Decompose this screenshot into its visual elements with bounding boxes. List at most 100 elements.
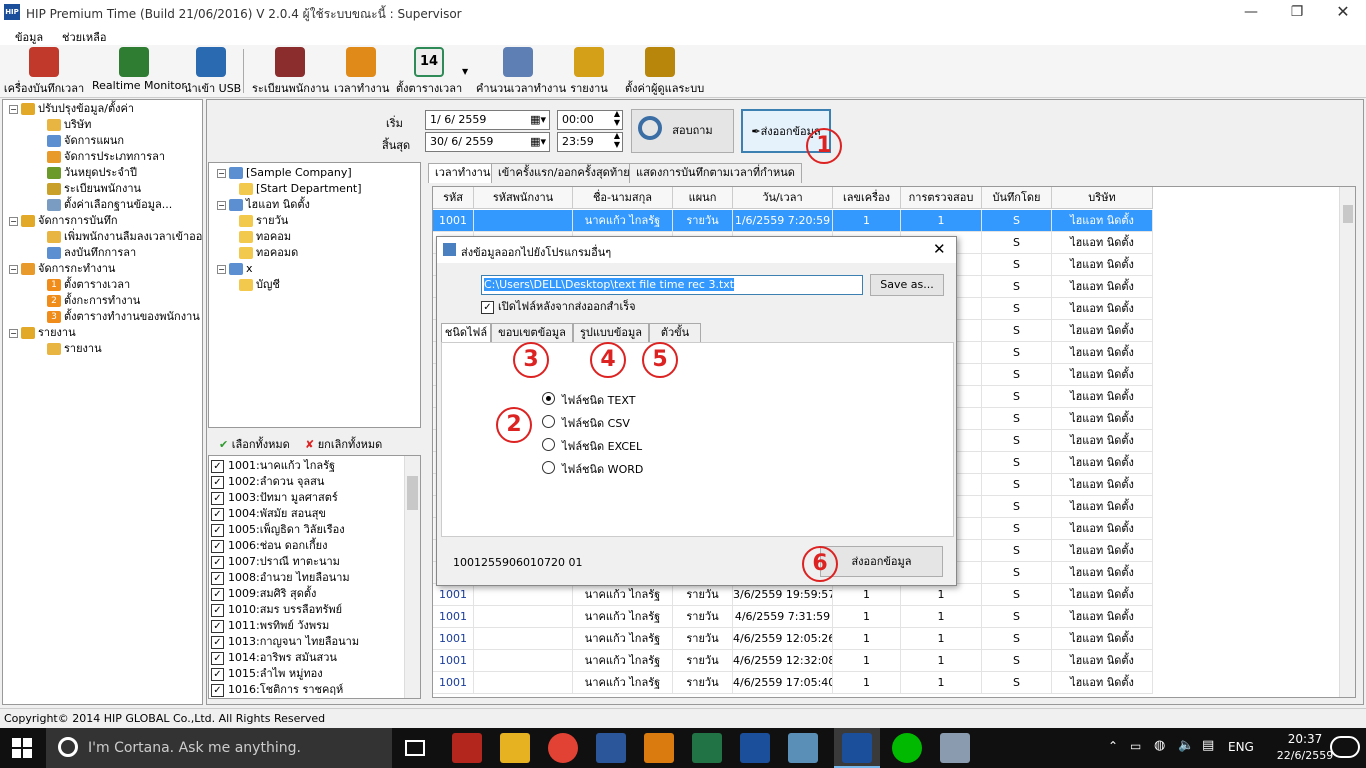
company-tree-item[interactable]: ทอคอม (239, 229, 291, 245)
checkbox-checked-icon[interactable]: ✓ (211, 667, 224, 681)
search-button[interactable]: สอบถาม (631, 109, 734, 153)
dialog-tab[interactable]: ขอบเขตข้อมูล (491, 323, 573, 343)
grid-cell[interactable]: นาคแก้ว ไกลรัฐ (573, 210, 673, 232)
grid-cell[interactable]: 1 (833, 584, 901, 606)
tree-collapse-icon[interactable]: − (217, 201, 226, 210)
grid-cell[interactable]: S (982, 298, 1052, 320)
grid-cell[interactable] (474, 210, 573, 232)
tree-item[interactable]: วันหยุดประจำปี (47, 165, 137, 181)
grid-cell[interactable]: 1 (833, 672, 901, 694)
column-header[interactable]: เลขเครื่อง (833, 187, 901, 209)
word-icon[interactable] (596, 733, 626, 763)
grid-cell[interactable]: S (982, 672, 1052, 694)
employee-item[interactable]: ✓ 1004:พัสมัย สอนสุข (211, 506, 326, 522)
grid-cell[interactable] (474, 672, 573, 694)
select-all-button[interactable]: ✔ เลือกทั้งหมด (219, 435, 290, 453)
menu-help[interactable]: ช่วยเหลือ (62, 28, 106, 46)
file-explorer-icon[interactable] (500, 733, 530, 763)
toolbar-report-button[interactable]: รายงาน (569, 47, 609, 97)
grid-cell[interactable]: S (982, 628, 1052, 650)
grid-cell[interactable] (474, 650, 573, 672)
dialog-close-icon[interactable]: ✕ (933, 240, 946, 258)
tree-item[interactable]: − รายงาน (9, 325, 76, 341)
tree-collapse-icon[interactable]: − (9, 265, 18, 274)
line-icon[interactable] (892, 733, 922, 763)
save-as-button[interactable]: Save as... (870, 274, 944, 296)
grid-cell[interactable]: S (982, 210, 1052, 232)
employee-item[interactable]: ✓ 1006:ช่อน ดอกเกี้ยง (211, 538, 327, 554)
spinner-icon[interactable]: ▲ ▼ (614, 109, 620, 127)
tree-collapse-icon[interactable]: − (9, 329, 18, 338)
tab-scheduled[interactable]: แสดงการบันทึกตามเวลาที่กำหนด (629, 163, 802, 183)
checkbox-checked-icon[interactable]: ✓ (211, 491, 224, 505)
language-indicator[interactable]: ENG (1228, 740, 1254, 754)
tree-collapse-icon[interactable]: − (217, 265, 226, 274)
grid-cell[interactable]: 1 (833, 606, 901, 628)
tree-item[interactable]: บริษัท (47, 117, 91, 133)
spinner-icon[interactable]: ▲ ▼ (614, 131, 620, 149)
excel-icon[interactable] (692, 733, 722, 763)
grid-cell[interactable]: S (982, 584, 1052, 606)
grid-cell[interactable]: S (982, 496, 1052, 518)
file-path-field[interactable]: C:\Users\DELL\Desktop\text file time rec… (481, 275, 863, 295)
employee-item[interactable]: ✓ 1016:โชติการ ราชคฤห์ (211, 682, 343, 698)
employee-item[interactable]: ✓ 1007:ปราณี ทาตะนาม (211, 554, 340, 570)
grid-cell[interactable]: ไฮแอท นิดตั้ง (1052, 584, 1153, 606)
grid-cell[interactable]: นาคแก้ว ไกลรัฐ (573, 584, 673, 606)
grid-cell[interactable]: ไฮแอท นิดตั้ง (1052, 628, 1153, 650)
grid-cell[interactable]: 1/6/2559 7:20:59 (733, 210, 833, 232)
tree-item[interactable]: − จัดการการบันทึก (9, 213, 118, 229)
tree-item[interactable]: เพิ่มพนักงานลืมลงเวลาเข้าออก (47, 229, 202, 245)
employee-item[interactable]: ✓ 1001:นาคแก้ว ไกลรัฐ (211, 458, 335, 474)
company-tree-item[interactable]: − x (217, 261, 253, 277)
grid-cell[interactable]: รายวัน (673, 606, 733, 628)
grid-cell[interactable]: ไฮแอท นิดตั้ง (1052, 298, 1153, 320)
start-date-field[interactable]: 1/ 6/ 2559 ▦▾ (425, 110, 550, 130)
grid-cell[interactable]: 1 (901, 210, 982, 232)
notification-icon[interactable]: ▤ (1202, 738, 1214, 753)
checkbox-checked-icon[interactable]: ✓ (211, 539, 224, 553)
wifi-icon[interactable]: ◍ (1154, 738, 1165, 753)
windows-start-icon[interactable] (12, 738, 32, 758)
toolbar-stopwatch-button[interactable]: เวลาทำงาน (334, 47, 389, 97)
company-tree-item[interactable]: บัญชี (239, 277, 280, 293)
hip-active-app[interactable] (834, 728, 880, 768)
toolbar-admin-settings-button[interactable]: ตั้งค่าผู้ดูแลระบบ (625, 47, 704, 97)
grid-cell[interactable]: S (982, 518, 1052, 540)
company-tree-item[interactable]: [Start Department] (239, 181, 362, 197)
employee-item[interactable]: ✓ 1009:สมศิริ สุดตั้ง (211, 586, 316, 602)
close-icon[interactable]: ✕ (1320, 0, 1366, 25)
column-header[interactable]: รหัส (433, 187, 474, 209)
toolbar-calculate-button[interactable]: คำนวนเวลาทำงาน (476, 47, 566, 97)
checkbox-checked-icon[interactable]: ✓ (211, 459, 224, 473)
grid-cell[interactable]: 4/6/2559 7:31:59 (733, 606, 833, 628)
grid-cell[interactable]: S (982, 540, 1052, 562)
grid-cell[interactable]: ไฮแอท นิดตั้ง (1052, 276, 1153, 298)
grid-cell[interactable]: ไฮแอท นิดตั้ง (1052, 496, 1153, 518)
grid-cell[interactable]: ไฮแอท นิดตั้ง (1052, 650, 1153, 672)
checkbox-checked-icon[interactable]: ✓ (211, 651, 224, 665)
start-time-field[interactable]: 00:00 ▲ ▼ (557, 109, 623, 130)
toolbar-usb-button[interactable]: นำเข้า USB (184, 47, 241, 97)
toolbar-employees-button[interactable]: ระเบียนพนักงาน (252, 47, 329, 97)
grid-cell[interactable] (474, 584, 573, 606)
tree-item[interactable]: จัดการประเภทการลา (47, 149, 165, 165)
column-header[interactable]: แผนก (673, 187, 733, 209)
grid-cell[interactable]: S (982, 606, 1052, 628)
grid-cell[interactable]: ไฮแอท นิดตั้ง (1052, 562, 1153, 584)
checkbox-checked-icon[interactable]: ✓ (211, 587, 224, 601)
grid-cell[interactable]: 1 (901, 628, 982, 650)
tree-collapse-icon[interactable]: − (9, 217, 18, 226)
grid-cell[interactable]: S (982, 408, 1052, 430)
toolbar-time-clock-button[interactable]: เครื่องบันทึกเวลา (3, 47, 85, 97)
grid-cell[interactable]: S (982, 474, 1052, 496)
tree-collapse-icon[interactable]: − (217, 169, 226, 178)
radio-button[interactable] (542, 461, 555, 474)
grid-cell[interactable]: 1001 (433, 672, 474, 694)
tree-item[interactable]: 1 ตั้งตารางเวลา (47, 277, 130, 293)
grid-cell[interactable]: ไฮแอท นิดตั้ง (1052, 342, 1153, 364)
scroll-thumb[interactable] (1343, 205, 1353, 223)
grid-cell[interactable]: ไฮแอท นิดตั้ง (1052, 254, 1153, 276)
tree-item[interactable]: จัดการแผนก (47, 133, 124, 149)
dialog-tab[interactable]: ตัวขั้น (649, 323, 701, 343)
